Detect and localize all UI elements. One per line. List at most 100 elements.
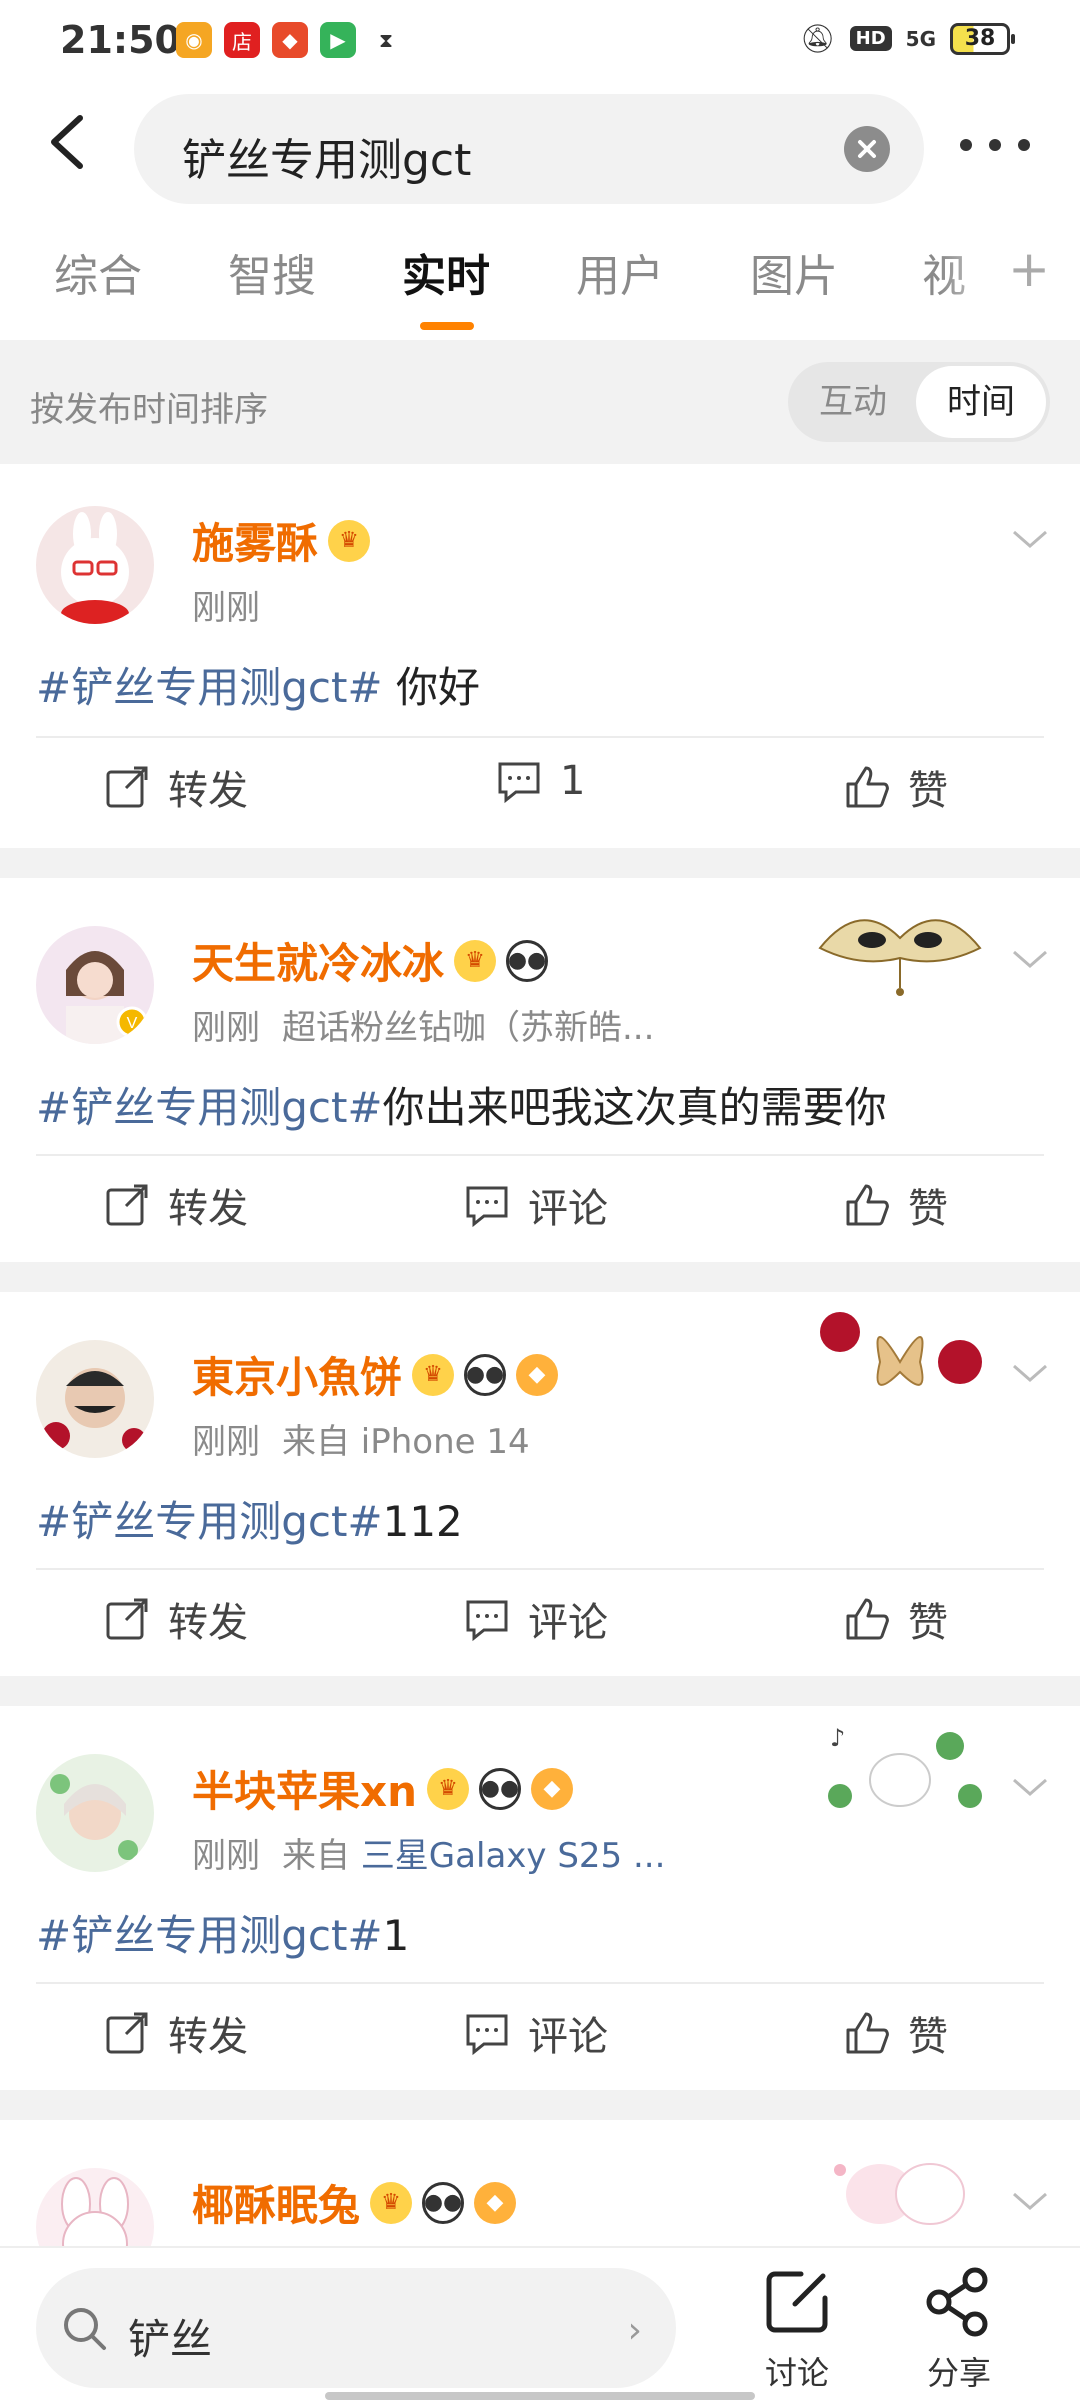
status-indicators: 🔕︎ HD 5G 38 [800,22,1015,55]
repost-label: 转发 [168,1186,248,1232]
avatar[interactable] [36,1340,154,1458]
search-header: 铲丝专用测gct [0,90,1080,210]
author-name[interactable]: 椰酥眠兔 ♛ ●● ◆ [192,2172,517,2233]
chevron-down-icon[interactable] [1010,1768,1050,1808]
thumbs-up-icon [846,766,889,808]
mask-decoration-icon [818,919,982,996]
tab-realtime[interactable]: 实时 [402,240,490,304]
vip-crown-icon: ♛ [454,939,497,982]
like-label: 赞 [908,2014,948,2060]
post-text: 你好 [382,663,480,712]
topic-tag[interactable]: #铲丝专用测gct# [36,1497,383,1546]
post-text: 112 [382,1497,463,1546]
more-dot-icon [960,139,972,151]
vip-crown-icon: ♛ [370,2181,413,2224]
add-tab-button[interactable]: + [1008,240,1050,298]
avatar[interactable] [36,1754,154,1872]
post-card[interactable]: 施雾酥 ♛ 刚刚 #铲丝专用测gct# 你好 转发 1 赞 [0,464,1080,878]
comment-button[interactable]: 评论 [464,2004,608,2062]
avatar[interactable]: V [36,926,154,1044]
search-input[interactable]: 铲丝专用测gct [134,94,924,204]
discuss-button[interactable]: 讨论 [742,2266,852,2396]
sort-toggle: 互动 时间 [788,362,1050,442]
vip-crown-icon: ♛ [328,519,371,562]
home-indicator[interactable] [325,2392,755,2400]
post-card[interactable]: ♪ 半块苹果xn ♛ ●● ◆ 刚刚 来自 三星Galaxy S25 ... #铲… [0,1706,1080,2120]
repost-icon [106,2012,148,2054]
repost-button[interactable]: 转发 [104,2004,248,2062]
tab-smart-search[interactable]: 智搜 [228,240,316,304]
comment-button[interactable]: 评论 [464,1176,608,1234]
search-icon [64,2308,106,2350]
topic-tag[interactable]: #铲丝专用测gct# [36,663,383,712]
topic-tag[interactable]: #铲丝专用测gct# [36,1911,383,1960]
panda-icon: ●● [464,1353,507,1396]
comment-icon [466,1600,508,1642]
bottom-bar: 铲丝 › 讨论 分享 [0,2246,1080,2408]
share-icon [926,2267,988,2337]
sort-by-interaction-button[interactable]: 互动 [788,362,918,442]
share-label: 分享 [926,2354,991,2392]
chevron-down-icon[interactable] [1010,2182,1050,2222]
fish-icon: ◆ [516,1353,559,1396]
post-source: 超话粉丝钻咖（苏新皓... [282,1008,655,1048]
post-content[interactable]: #铲丝专用测gct#1 [36,1902,409,1963]
map-app-icon: ◆ [272,22,308,58]
chevron-down-icon[interactable] [1010,520,1050,560]
like-label: 赞 [908,768,948,814]
back-button[interactable] [36,112,96,172]
tab-images[interactable]: 图片 [750,240,838,304]
topic-search-text: 铲丝 [128,2315,213,2364]
thumbs-up-icon [846,2012,889,2054]
clear-search-button[interactable] [844,126,890,172]
post-time: 刚刚 [192,1836,260,1876]
feed-list: 施雾酥 ♛ 刚刚 #铲丝专用测gct# 你好 转发 1 赞 V 天生就冷冰冰 ♛… [0,464,1080,2320]
comment-button[interactable]: 评论 [464,1590,608,1648]
post-content[interactable]: #铲丝专用测gct#你出来吧我这次真的需要你 [36,1074,887,1135]
topic-tag[interactable]: #铲丝专用测gct# [36,1083,383,1132]
sort-by-time-button[interactable]: 时间 [916,366,1046,438]
avatar[interactable] [36,506,154,624]
like-button[interactable]: 赞 [844,1590,948,1648]
status-time: 21:50 [60,18,181,62]
comment-label: 评论 [528,1186,608,1232]
topic-search-bar[interactable]: 铲丝 › [36,2268,676,2388]
comment-button[interactable]: 1 [496,758,585,804]
comment-label: 评论 [528,2014,608,2060]
post-source[interactable]: 三星Galaxy S25 ... [361,1836,666,1876]
post-content[interactable]: #铲丝专用测gct#112 [36,1488,463,1549]
post-card[interactable]: V 天生就冷冰冰 ♛ ●● 刚刚 超话粉丝钻咖（苏新皓... #铲丝专用测gct#… [0,878,1080,1292]
panda-icon: ●● [479,1767,521,1810]
author-name-text: 天生就冷冰冰 [192,939,445,988]
author-name[interactable]: 半块苹果xn ♛ ●● ◆ [192,1758,573,1819]
author-name[interactable]: 施雾酥 ♛ [192,510,371,571]
chevron-down-icon[interactable] [1010,940,1050,980]
status-bar: 21:50 ◉ 店 ◆ ▶ ⧗ 🔕︎ HD 5G 38 [0,0,1080,84]
tab-users[interactable]: 用户 [576,240,664,304]
author-name-text: 東京小魚饼 [192,1353,403,1402]
post-actions: 转发 1 赞 [0,738,1080,820]
like-button[interactable]: 赞 [844,2004,948,2062]
post-card[interactable]: 東京小魚饼 ♛ ●● ◆ 刚刚 来自 iPhone 14 #铲丝专用测gct#11… [0,1292,1080,1706]
repost-label: 转发 [168,1600,248,1646]
like-label: 赞 [908,1186,948,1232]
svg-text:♪: ♪ [830,1724,845,1752]
post-content[interactable]: #铲丝专用测gct# 你好 [36,654,480,715]
post-actions: 转发 评论 赞 [0,1156,1080,1238]
repost-button[interactable]: 转发 [104,1590,248,1648]
like-button[interactable]: 赞 [844,758,948,816]
post-actions: 转发 评论 赞 [0,1570,1080,1652]
bunny-decoration-icon [834,2163,965,2225]
tab-comprehensive[interactable]: 综合 [54,240,142,304]
like-button[interactable]: 赞 [844,1176,948,1234]
author-name[interactable]: 天生就冷冰冰 ♛ ●● [192,930,549,991]
chevron-right-icon: › [627,2310,642,2351]
repost-button[interactable]: 转发 [104,1176,248,1234]
more-options-button[interactable] [960,130,1030,160]
repost-button[interactable]: 转发 [104,758,248,816]
author-name[interactable]: 東京小魚饼 ♛ ●● ◆ [192,1344,559,1405]
post-separator [0,848,1080,878]
chevron-down-icon[interactable] [1010,1354,1050,1394]
share-button[interactable]: 分享 [904,2266,1014,2396]
battery-icon: 38 [950,22,1015,55]
